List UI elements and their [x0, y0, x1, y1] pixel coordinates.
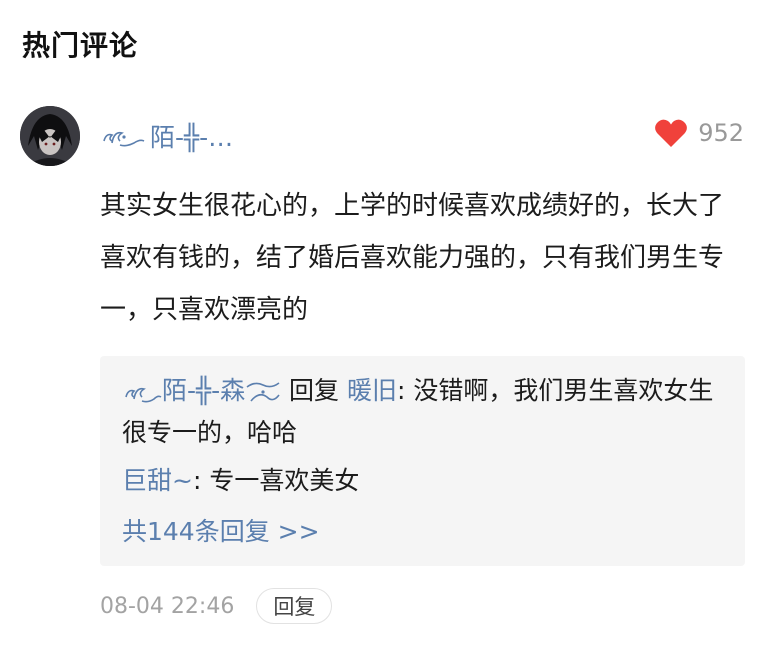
section-title: 热门评论: [22, 29, 139, 62]
comment-meta: 08-04 22:46 回复: [100, 588, 333, 624]
decorative-flourish-icon: [125, 387, 162, 403]
like-count: 952: [698, 119, 744, 147]
reply-preview-box[interactable]: 陌-╬-森 回复 暖旧: 没错啊，我们男生喜欢女生很专一的，哈哈 巨甜~: 专一…: [100, 356, 745, 566]
more-replies-link[interactable]: 共144条回复 >>: [122, 512, 723, 552]
reply-author[interactable]: 巨甜~: [122, 466, 193, 495]
avatar[interactable]: [20, 106, 80, 166]
heart-icon: [655, 119, 688, 147]
decorative-flourish-icon: [246, 382, 280, 402]
username-text: 陌-╬-…: [150, 123, 234, 152]
comment-username[interactable]: 陌-╬-…: [100, 118, 233, 154]
reply-item: 巨甜~: 专一喜欢美女: [122, 460, 723, 502]
comment-text: 其实女生很花心的，上学的时候喜欢成绩好的，长大了喜欢有钱的，结了婚后喜欢能力强的…: [100, 191, 725, 325]
reply-text: : 专一喜欢美女: [192, 466, 360, 495]
reply-target[interactable]: 暖旧: [347, 376, 397, 405]
like-button[interactable]: 952: [654, 118, 744, 148]
reply-author[interactable]: 陌-╬-森: [162, 376, 245, 405]
decorative-flourish-icon: [103, 131, 145, 147]
reply-item: 陌-╬-森 回复 暖旧: 没错啊，我们男生喜欢女生很专一的，哈哈: [122, 370, 723, 454]
avatar-image: [20, 106, 80, 166]
timestamp: 08-04 22:46: [100, 593, 235, 619]
reply-button[interactable]: 回复: [256, 588, 333, 624]
reply-action: 回复: [281, 376, 347, 405]
